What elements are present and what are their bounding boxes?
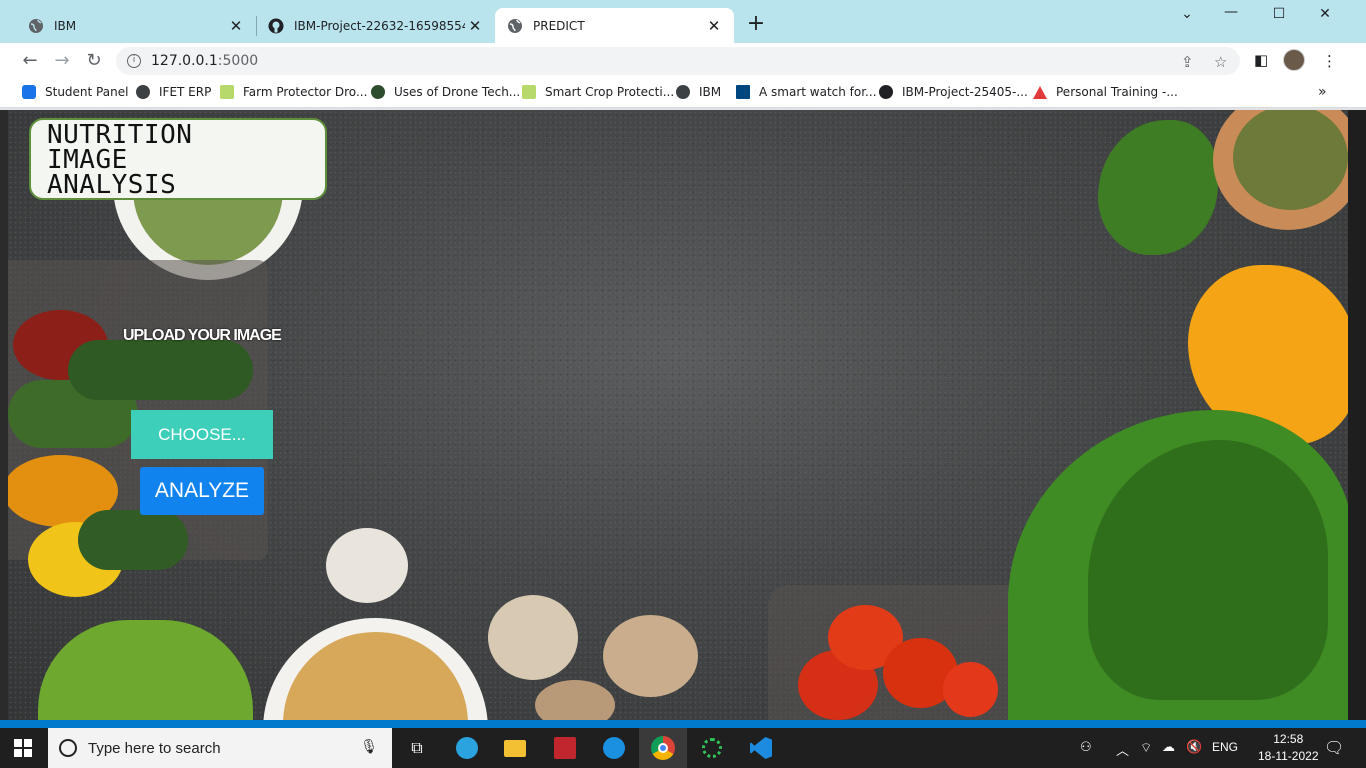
choose-file-button[interactable]: CHOOSE... — [131, 410, 273, 459]
close-tab-icon[interactable]: ✕ — [465, 17, 485, 35]
task-view-icon[interactable]: ⧉ — [403, 734, 431, 762]
close-window-icon[interactable]: ✕ — [1313, 6, 1337, 22]
file-explorer-icon[interactable] — [501, 734, 529, 762]
microphone-icon[interactable]: 🎙 — [360, 739, 378, 755]
bookmarks-bar: Student Panel IFET ERP Farm Protector Dr… — [0, 79, 1366, 108]
minimize-icon[interactable]: — — [1219, 4, 1243, 20]
globe-icon — [136, 85, 150, 99]
url-text: 127.0.0.1:5000 — [151, 53, 259, 69]
side-panel-icon[interactable]: ◧ — [1254, 51, 1268, 69]
loading-ring-icon[interactable] — [698, 734, 726, 762]
bookmark-ibm-project[interactable]: IBM-Project-25405-... — [879, 85, 1028, 99]
page-right-edge — [1348, 110, 1366, 720]
maximize-icon[interactable]: ☐ — [1267, 6, 1291, 22]
tab-search-chevron-icon[interactable]: ⌄ — [1175, 6, 1199, 22]
volume-muted-icon[interactable]: 🔇 — [1186, 740, 1202, 755]
tab-title: IBM-Project-22632-1659855479 — [294, 18, 465, 33]
student-panel-icon — [22, 85, 36, 99]
search-icon — [59, 739, 77, 757]
windows-start-icon[interactable] — [14, 739, 32, 757]
bookmark-ibm[interactable]: IBM — [676, 85, 721, 99]
onedrive-icon[interactable]: ☁ — [1162, 740, 1175, 755]
people-icon[interactable]: ⚇ — [1080, 740, 1092, 755]
globe-icon — [507, 18, 523, 34]
close-tab-icon[interactable]: ✕ — [704, 17, 724, 35]
edge-browser-icon[interactable] — [600, 734, 628, 762]
site-info-icon[interactable]: i — [127, 54, 141, 68]
tab-ibm[interactable]: IBM ✕ — [0, 8, 256, 43]
vlsi-app-icon[interactable] — [551, 734, 579, 762]
bookmark-personal-training[interactable]: Personal Training -... — [1033, 85, 1178, 99]
ieee-icon — [736, 85, 750, 99]
github-icon — [879, 85, 893, 99]
chrome-icon[interactable] — [649, 734, 677, 762]
new-tab-icon[interactable]: + — [745, 13, 767, 35]
mushroom — [603, 615, 698, 697]
globe-icon — [676, 85, 690, 99]
browser-toolbar: ← → ↻ i 127.0.0.1:5000 ⇪ ☆ ◧ ⋮ — [0, 43, 1366, 79]
page-background: NUTRITION IMAGE ANALYSIS UPLOAD YOUR IMA… — [8, 110, 1348, 720]
bookmark-smart-crop[interactable]: Smart Crop Protecti... — [522, 85, 674, 99]
cucumber — [78, 510, 188, 570]
tomato — [943, 662, 998, 717]
show-hidden-icons-chevron-icon[interactable]: ︿ — [1116, 740, 1129, 759]
mushroom — [326, 528, 408, 603]
taskbar-search-box[interactable]: Type here to search 🎙 — [48, 728, 392, 768]
page-left-edge — [0, 110, 8, 720]
tab-strip: IBM ✕ IBM-Project-22632-1659855479 ✕ PRE… — [0, 0, 1366, 43]
mushroom — [488, 595, 578, 680]
vscode-icon[interactable] — [747, 734, 775, 762]
language-indicator[interactable]: ENG — [1212, 740, 1238, 754]
address-bar[interactable]: i 127.0.0.1:5000 ⇪ ☆ — [116, 47, 1240, 75]
globe-icon — [28, 18, 44, 34]
search-placeholder: Type here to search — [88, 739, 221, 757]
reload-icon[interactable]: ↻ — [84, 51, 104, 71]
clock-time: 12:58 — [1273, 732, 1304, 746]
bookmark-smart-watch[interactable]: A smart watch for... — [736, 85, 877, 99]
tab-github-project[interactable]: IBM-Project-22632-1659855479 ✕ — [240, 8, 495, 43]
tab-predict[interactable]: PREDICT ✕ — [495, 8, 734, 43]
kebab-menu-icon[interactable]: ⋮ — [1322, 52, 1337, 70]
leaf-icon — [522, 85, 536, 99]
back-arrow-icon[interactable]: ← — [20, 51, 40, 71]
clock-date: 18-11-2022 — [1258, 749, 1319, 763]
app-title-card: NUTRITION IMAGE ANALYSIS — [29, 118, 327, 200]
more-bookmarks-icon[interactable]: » — [1318, 84, 1327, 100]
analyze-button[interactable]: ANALYZE — [140, 467, 264, 515]
bookmark-farm-protector[interactable]: Farm Protector Dro... — [220, 85, 367, 99]
triangle-icon — [1033, 85, 1047, 99]
forward-arrow-icon[interactable]: → — [52, 51, 72, 71]
tab-title: IBM — [54, 18, 77, 33]
system-clock[interactable]: 12:58 18-11-2022 — [1258, 731, 1319, 765]
upload-label: UPLOAD YOUR IMAGE — [123, 327, 282, 344]
notifications-icon[interactable]: 🗨 — [1324, 738, 1344, 757]
windows-taskbar: Type here to search 🎙 ⧉ ⚇ ︿ ⌔ ☁ 🔇 ENG 12… — [0, 728, 1366, 768]
bookmark-star-icon[interactable]: ☆ — [1214, 53, 1227, 71]
bookmark-student-panel[interactable]: Student Panel — [22, 85, 128, 99]
telegram-icon[interactable] — [453, 734, 481, 762]
bookmark-ifet-erp[interactable]: IFET ERP — [136, 85, 211, 99]
cucumber — [68, 340, 253, 400]
share-icon[interactable]: ⇪ — [1181, 53, 1194, 71]
leaf-icon — [220, 85, 234, 99]
drone-icon — [371, 85, 385, 99]
wifi-icon[interactable]: ⌔ — [1140, 740, 1152, 756]
title-line: ANALYSIS — [47, 170, 177, 200]
profile-avatar[interactable] — [1283, 49, 1305, 71]
screen: IBM ✕ IBM-Project-22632-1659855479 ✕ PRE… — [0, 0, 1366, 768]
vscode-status-strip — [0, 720, 1366, 728]
github-icon — [268, 18, 284, 34]
bookmark-uses-of-drone[interactable]: Uses of Drone Tech... — [371, 85, 520, 99]
tab-title: PREDICT — [533, 18, 585, 33]
